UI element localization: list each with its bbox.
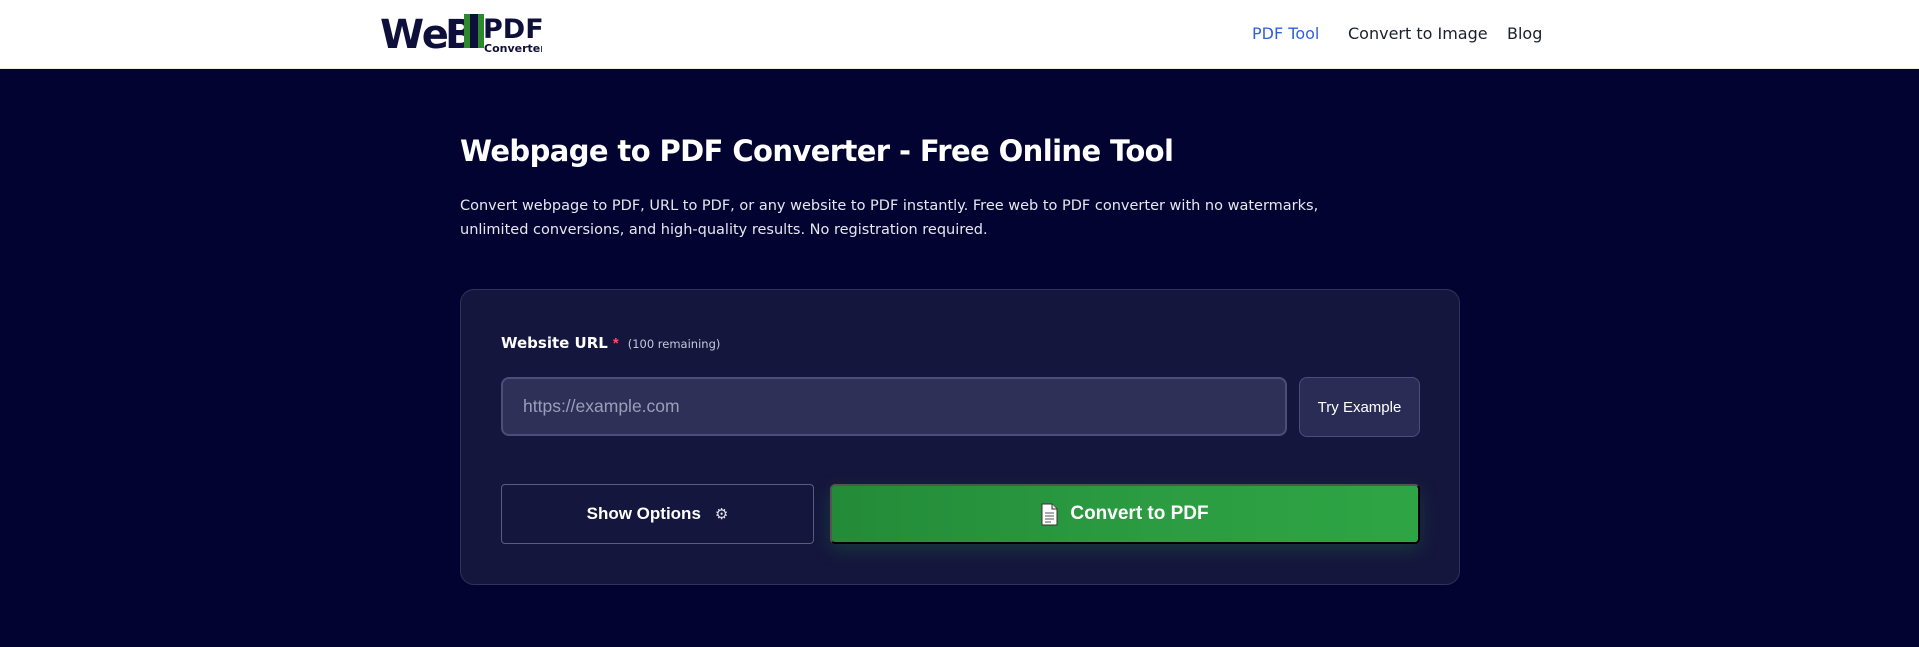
svg-text:We: We [380, 12, 448, 58]
logo[interactable]: We B PDF Converter [380, 10, 542, 58]
try-example-button[interactable]: Try Example [1299, 377, 1420, 437]
show-options-button[interactable]: Show Options ⚙ [501, 484, 814, 544]
converter-card: Website URL * (100 remaining) Try Exampl… [460, 289, 1460, 585]
nav-pdf-tool[interactable]: PDF Tool [1252, 24, 1319, 43]
gear-icon: ⚙ [714, 506, 729, 523]
page-title: Webpage to PDF Converter - Free Online T… [460, 134, 1174, 168]
document-icon [1041, 503, 1058, 525]
nav-convert-to-image[interactable]: Convert to Image [1348, 24, 1488, 43]
svg-text:PDF: PDF [483, 14, 542, 45]
remaining-count: (100 remaining) [627, 337, 721, 351]
page-description: Convert webpage to PDF, URL to PDF, or a… [460, 198, 1319, 238]
url-field-label: Website URL * (100 remaining) [501, 334, 720, 352]
url-input[interactable] [501, 377, 1287, 436]
show-options-label: Show Options [586, 504, 701, 523]
convert-label: Convert to PDF [1070, 503, 1209, 524]
svg-text:Converter: Converter [484, 42, 542, 55]
url-label: Website URL [501, 334, 608, 352]
site-header: We B PDF Converter PDF Tool Convert to I… [0, 0, 1919, 69]
convert-to-pdf-button[interactable]: Convert to PDF [830, 484, 1420, 544]
nav-blog[interactable]: Blog [1507, 24, 1542, 43]
required-mark: * [612, 335, 619, 352]
